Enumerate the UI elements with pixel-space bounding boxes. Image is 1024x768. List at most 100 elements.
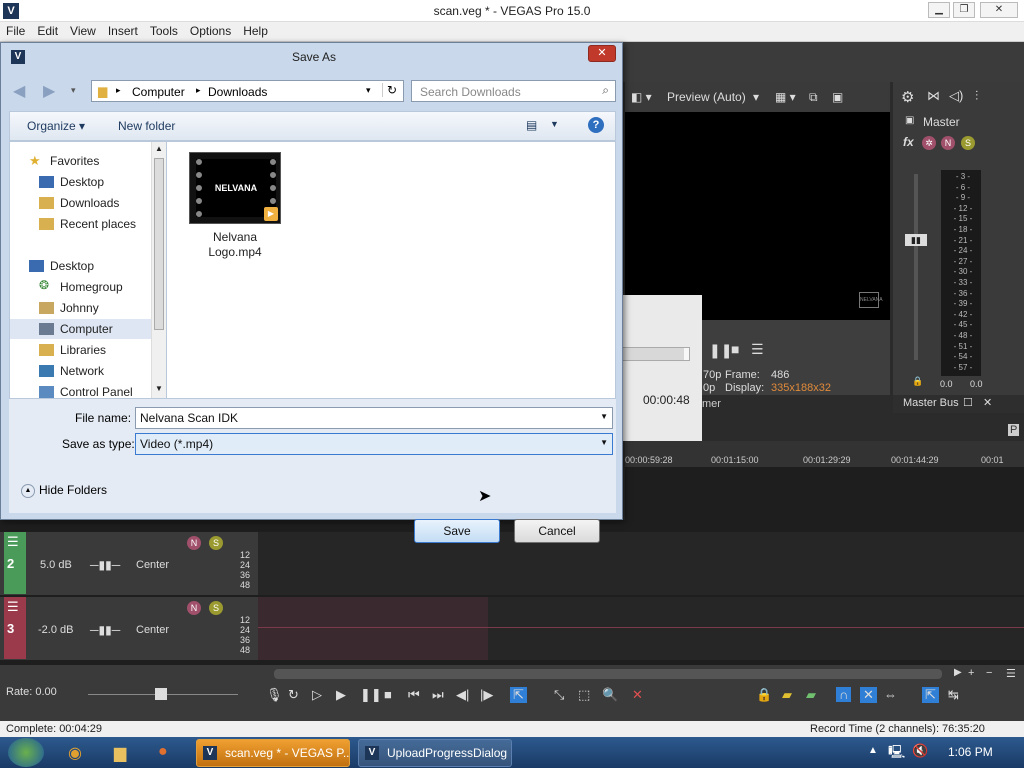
refresh-icon[interactable]: ↻ <box>382 83 397 97</box>
recent-locations-icon[interactable]: ▾ <box>71 85 76 96</box>
track-solo-icon[interactable]: S <box>209 601 223 615</box>
track-lane[interactable] <box>258 597 1024 660</box>
track-header[interactable]: ☰ 3 -2.0 dB ─▮▮─ Center N S 12 24 36 48 <box>0 597 258 660</box>
preview-split-icon[interactable]: ◧ ▾ <box>631 90 652 104</box>
auto-crossfade-icon[interactable]: ✕ <box>860 687 877 703</box>
chrome-icon[interactable]: ◉ <box>68 743 82 763</box>
menu-icon[interactable]: ☰ <box>1006 667 1016 680</box>
track-pan[interactable]: Center <box>136 559 169 571</box>
track-mute-icon[interactable]: N <box>187 601 201 615</box>
save-snapshot-icon[interactable]: ▣ <box>832 90 843 104</box>
copy-snapshot-icon[interactable]: ⧉ <box>809 90 818 105</box>
search-icon[interactable]: ⌕ <box>602 83 609 98</box>
snapping-icon[interactable]: ∩ <box>836 687 852 702</box>
cancel-button[interactable]: Cancel <box>514 519 600 543</box>
nav-scrollbar-thumb[interactable] <box>154 158 164 330</box>
previous-frame-icon[interactable]: ◀| <box>456 687 469 703</box>
change-view-icon[interactable]: ▤ <box>526 118 537 132</box>
filename-input[interactable]: Nelvana Scan IDK ▼ <box>135 407 613 429</box>
ripple-edit-icon[interactable]: ⇔ <box>884 687 897 702</box>
track-number-badge[interactable]: ☰ 3 <box>4 597 26 659</box>
track-volume[interactable]: -2.0 dB <box>38 624 73 636</box>
preview-quality-dropdown[interactable]: Preview (Auto) <box>667 90 746 104</box>
explorer-icon[interactable]: ▆ <box>114 743 126 763</box>
scroll-down-icon[interactable]: ▼ <box>155 384 163 393</box>
list-icon[interactable]: ☰ <box>751 341 764 358</box>
nav-desktop-root[interactable]: Desktop <box>10 256 150 276</box>
gear-icon[interactable]: ⚙ <box>901 88 914 106</box>
play-icon[interactable]: ▶ <box>336 687 346 703</box>
organize-button[interactable]: Organize ▾ <box>27 119 85 133</box>
help-icon[interactable]: ? <box>588 117 604 133</box>
forward-icon[interactable]: ▶ <box>43 81 55 101</box>
nav-recent-places[interactable]: Recent places <box>10 214 150 234</box>
scroll-up-icon[interactable]: ▲ <box>155 144 163 153</box>
nav-control-panel[interactable]: Control Panel <box>10 382 150 399</box>
pause-icon[interactable]: ❚❚ <box>360 687 382 703</box>
back-icon[interactable]: ◀ <box>13 81 25 101</box>
nav-libraries[interactable]: Libraries <box>10 340 150 360</box>
menu-tools[interactable]: Tools <box>144 22 184 38</box>
show-hidden-icons-icon[interactable]: ▲ <box>868 745 878 756</box>
zoom-tool-icon[interactable]: 🔍 <box>602 687 618 703</box>
marker-icon[interactable]: ▰ <box>782 687 792 703</box>
track-header[interactable]: ☰ 2 5.0 dB ─▮▮─ Center N S 12 24 36 48 <box>0 532 258 595</box>
go-to-start-icon[interactable]: ⏮ <box>408 687 420 703</box>
file-item[interactable]: NELVANA ▶ Nelvana Logo.mp4 <box>189 152 281 272</box>
track-lane[interactable] <box>258 532 1024 595</box>
firefox-icon[interactable]: ● <box>158 743 168 761</box>
breadcrumb-downloads[interactable]: Downloads <box>208 85 267 99</box>
record-icon[interactable]: 🎙 <box>266 687 283 703</box>
start-button[interactable] <box>8 738 44 767</box>
loop-icon[interactable]: ↻ <box>288 687 299 703</box>
menu-insert[interactable]: Insert <box>102 22 144 38</box>
lock-envelopes-icon[interactable]: ⇱ <box>922 687 939 703</box>
nav-downloads[interactable]: Downloads <box>10 193 150 213</box>
volume-fader-thumb[interactable]: ▮▮ <box>905 234 927 246</box>
horizontal-scrollbar[interactable] <box>274 669 942 679</box>
nav-johnny[interactable]: Johnny <box>10 298 150 318</box>
zoom-out-icon[interactable]: − <box>986 667 992 679</box>
volume-tray-icon[interactable]: 🔇 <box>912 743 928 759</box>
search-input[interactable]: Search Downloads ⌕ <box>411 80 616 102</box>
close-panel-icon[interactable]: ✕ <box>983 396 992 409</box>
save-button[interactable]: Save <box>414 519 500 543</box>
rate-slider-thumb[interactable] <box>155 688 167 700</box>
menu-help[interactable]: Help <box>237 22 274 38</box>
master-bus-tab[interactable]: Master Bus ☐ ✕ <box>893 395 1024 413</box>
mute-icon[interactable]: N <box>941 136 955 150</box>
menu-view[interactable]: View <box>64 22 102 38</box>
auto-ripple-icon[interactable]: ↹ <box>948 687 959 703</box>
track-mute-icon[interactable]: N <box>187 536 201 550</box>
hide-folders-button[interactable]: ▲ Hide Folders <box>21 483 121 503</box>
normal-edit-tool-icon[interactable]: ⇱ <box>510 687 527 703</box>
taskbar-item-upload[interactable]: V UploadProgressDialog <box>358 739 512 767</box>
close-icon[interactable]: ✕ <box>980 2 1018 18</box>
master-checkbox[interactable]: ▣ <box>905 115 914 126</box>
stop-icon[interactable]: ■ <box>731 341 739 357</box>
volume-slider[interactable]: ─▮▮─ <box>90 558 120 572</box>
fx-icon[interactable]: fx <box>903 135 914 149</box>
audio-event[interactable] <box>258 597 488 660</box>
dialog-close-button[interactable]: ✕ <box>588 45 616 62</box>
delete-icon[interactable]: ✕ <box>632 687 643 703</box>
region-icon[interactable]: ▰ <box>806 687 816 703</box>
envelope-tool-icon[interactable]: ⤡ <box>554 687 564 703</box>
maximize-icon[interactable]: ❐ <box>953 2 975 18</box>
scroll-right-icon[interactable]: ▶ <box>954 667 962 678</box>
menu-edit[interactable]: Edit <box>31 22 64 38</box>
track-pan[interactable]: Center <box>136 624 169 636</box>
maximize-panel-icon[interactable]: ☐ <box>963 396 973 409</box>
zoom-in-icon[interactable]: + <box>968 667 974 679</box>
nav-favorites[interactable]: ★ Favorites <box>10 151 150 171</box>
tab-label-partial[interactable]: mer <box>702 398 721 410</box>
save-as-type-select[interactable]: Video (*.mp4) ▼ <box>135 433 613 455</box>
volume-fader-track[interactable] <box>914 174 918 360</box>
solo-icon[interactable]: S <box>961 136 975 150</box>
timeline-ruler[interactable]: 00:00:59:28 00:01:15:00 00:01:29:29 00:0… <box>625 424 1024 467</box>
bow-tie-icon[interactable]: ⋈ <box>927 88 940 104</box>
nav-scrollbar[interactable]: ▲ ▼ <box>151 142 166 398</box>
menu-options[interactable]: Options <box>184 22 237 38</box>
chevron-down-icon[interactable]: ▾ <box>753 90 759 104</box>
timeline-area-upper[interactable] <box>625 467 1024 520</box>
